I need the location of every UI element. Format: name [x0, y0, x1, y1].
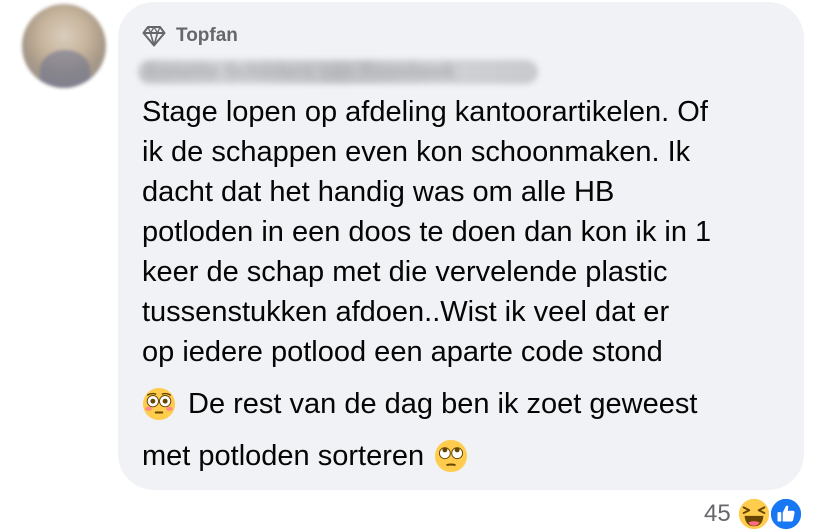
commenter-avatar[interactable] [22, 4, 106, 88]
comment-line: tussenstukken afdoen..Wist ik veel dat e… [142, 296, 670, 328]
flushed-face-emoji [142, 387, 176, 421]
emoji-line-2-text: met potloden sorteren [142, 440, 425, 472]
comment-emoji-line: met potloden sorteren [142, 430, 792, 482]
comment-line: dacht dat het handig was om alle HB [142, 176, 615, 208]
comment-bubble: Topfan Annette Schilders van Roosbeek St… [118, 2, 804, 490]
comment-line: potloden in een doos te doen dan kon ik … [142, 216, 712, 248]
reaction-icons [736, 497, 803, 531]
reaction-count: 45 [704, 500, 731, 527]
comment-line: ik de schappen even kon schoonmaken. Ik [142, 136, 691, 168]
emoji-line-1-text: De rest van de dag ben ik zoet geweest [188, 388, 698, 420]
author-name-blurred-text: Annette Schilders van Roosbeek [144, 61, 456, 83]
top-fan-badge[interactable]: Topfan [142, 22, 238, 50]
diamond-icon [142, 25, 166, 47]
comment-line: op iedere potlood een aparte code stond [142, 336, 663, 368]
comment-line: keer de schap met die vervelende plastic [142, 256, 668, 288]
top-fan-label: Topfan [176, 25, 238, 46]
comment-line: Stage lopen op afdeling kantoorartikelen… [142, 96, 708, 128]
face-with-rolling-eyes-emoji [434, 439, 468, 473]
like-reaction-icon [768, 497, 803, 531]
comment-text: Stage lopen op afdeling kantoorartikelen… [142, 92, 792, 482]
haha-reaction-icon [736, 497, 771, 531]
comment-emoji-line: De rest van de dag ben ik zoet geweest [142, 378, 792, 430]
reaction-summary[interactable]: 45 [704, 496, 803, 532]
